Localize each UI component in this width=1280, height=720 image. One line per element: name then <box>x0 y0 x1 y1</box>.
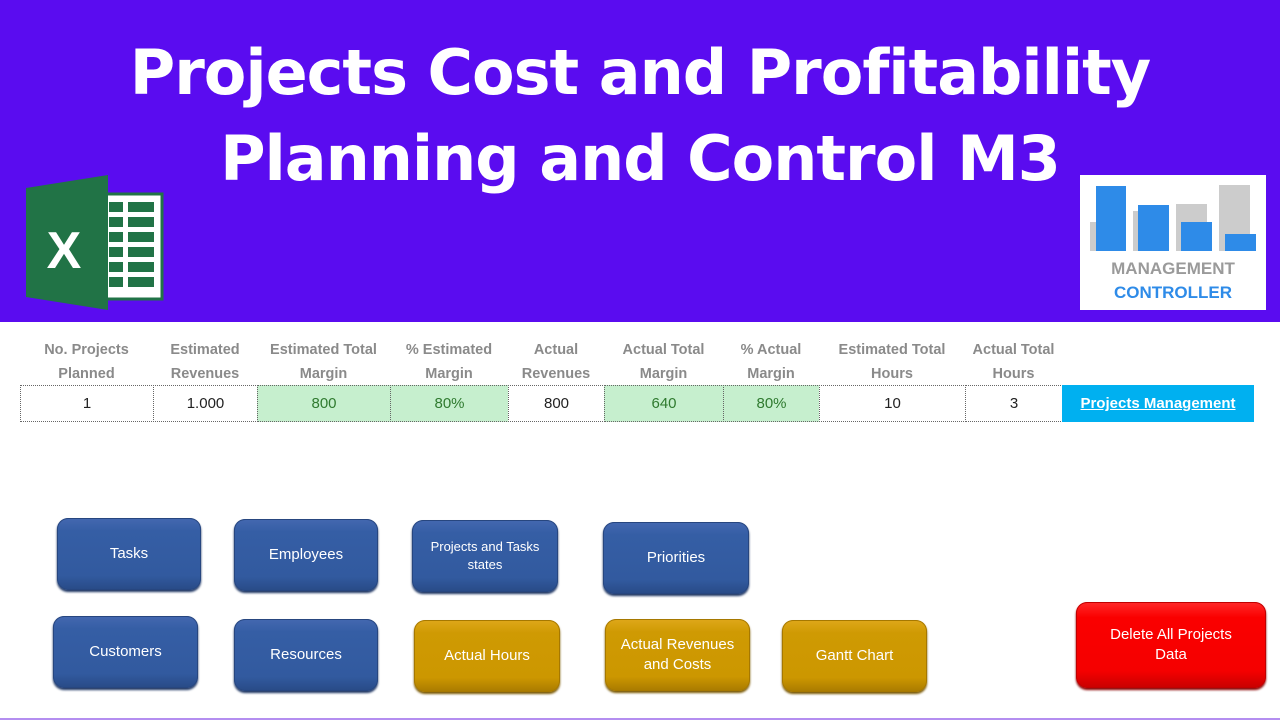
resources-button[interactable]: Resources <box>234 619 378 691</box>
header-banner: Projects Cost and Profitability Planning… <box>0 0 1280 322</box>
kpi-value-estimated-total-margin: 800 <box>257 385 391 422</box>
employees-button[interactable]: Employees <box>234 519 378 591</box>
kpi-value-projects-planned: 1 <box>20 385 154 422</box>
kpi-header-pct-actual-margin: % Actual Margin <box>740 342 802 382</box>
customers-button[interactable]: Customers <box>53 616 198 688</box>
delete-all-projects-data-button[interactable]: Delete All Projects Data <box>1076 602 1266 688</box>
kpi-header-actual-revenues: Actual Revenues <box>521 342 591 382</box>
projects-management-link[interactable]: Projects Management <box>1062 385 1254 422</box>
kpi-value-pct-actual-margin: 80% <box>723 385 820 422</box>
kpi-header-pct-estimated-margin: % Estimated Margin <box>405 342 493 382</box>
projects-tasks-states-button[interactable]: Projects and Tasks states <box>412 520 558 592</box>
gantt-chart-button[interactable]: Gantt Chart <box>782 620 927 692</box>
kpi-header-estimated-revenues: Estimated Revenues <box>170 342 240 382</box>
excel-logo-letter: X <box>47 222 82 280</box>
kpi-header-projects-planned: No. Projects Planned <box>44 342 129 382</box>
management-controller-logo: MANAGEMENT CONTROLLER <box>1080 175 1266 310</box>
kpi-value-pct-estimated-margin: 80% <box>390 385 509 422</box>
tasks-button[interactable]: Tasks <box>57 518 201 590</box>
logo-text-management: MANAGEMENT <box>1111 259 1235 278</box>
kpi-value-actual-total-margin: 640 <box>604 385 724 422</box>
kpi-value-actual-total-hours: 3 <box>965 385 1063 422</box>
kpi-header-estimated-total-margin: Estimated Total Margin <box>270 342 377 382</box>
kpi-header-actual-total-hours: Actual Total Hours <box>972 342 1055 382</box>
page-title-line1: Projects Cost and Profitability <box>129 36 1151 109</box>
kpi-value-estimated-revenues: 1.000 <box>153 385 258 422</box>
kpi-header-estimated-total-hours: Estimated Total Hours <box>838 342 946 382</box>
bar-chart-logo-icon <box>1090 185 1256 251</box>
actual-revenues-costs-button[interactable]: Actual Revenues and Costs <box>605 619 750 691</box>
actual-hours-button[interactable]: Actual Hours <box>414 620 560 692</box>
logo-text-controller: CONTROLLER <box>1113 283 1233 302</box>
kpi-header-actual-total-margin: Actual Total Margin <box>622 342 705 382</box>
kpi-value-actual-revenues: 800 <box>508 385 605 422</box>
kpi-value-estimated-total-hours: 10 <box>819 385 966 422</box>
excel-logo-icon: X <box>26 175 164 310</box>
priorities-button[interactable]: Priorities <box>603 522 749 594</box>
